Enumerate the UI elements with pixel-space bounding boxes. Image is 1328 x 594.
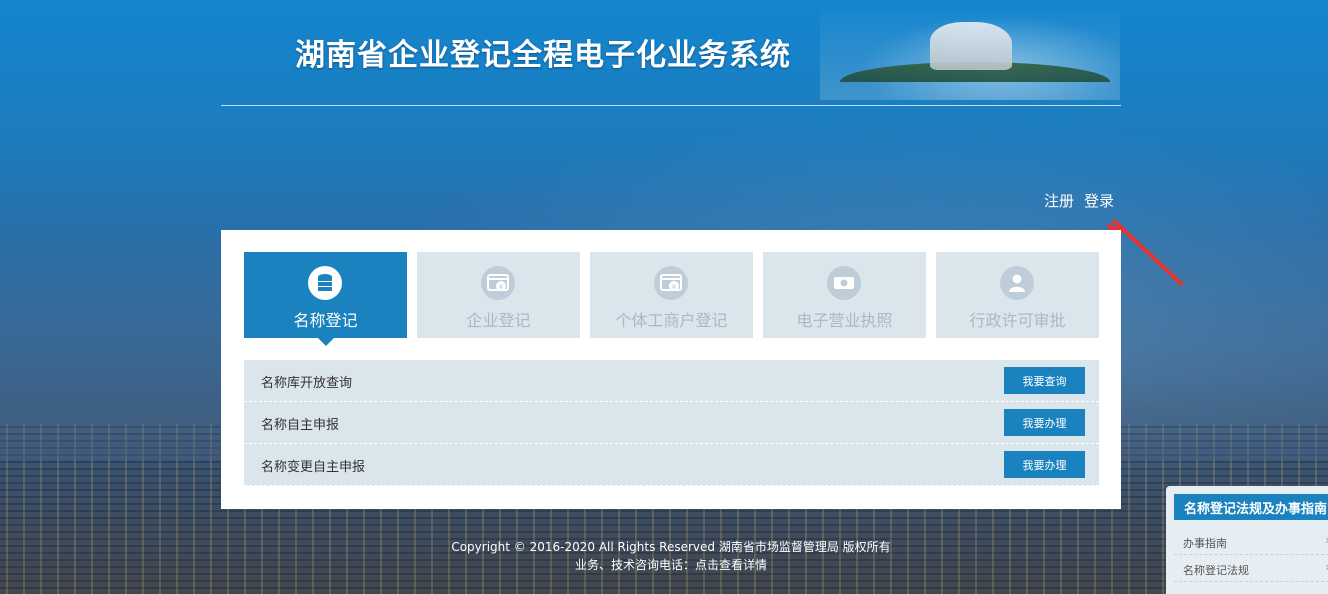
list-item-label: 名称库开放查询 — [261, 376, 353, 391]
browser-yen-icon: ¥ — [654, 266, 688, 300]
register-link[interactable]: 注册 — [1044, 192, 1074, 210]
tab-label: 个体工商户登记 — [615, 311, 728, 330]
tab-label: 企业登记 — [466, 311, 531, 330]
side-guide-title[interactable]: 名称登记法规及办事指南 — [1174, 494, 1328, 520]
service-panel: 名称登记 ¥ 企业登记 ¥ 个体工商户登记 电子营业执照 行政许可审批 名称库开… — [221, 230, 1121, 509]
user-icon — [1000, 266, 1034, 300]
footer-contact-link[interactable]: 业务、技术咨询电话：点击查看详情 — [400, 556, 942, 573]
monument-statue-image — [930, 22, 1012, 70]
handle-button[interactable]: 我要办理 — [1004, 409, 1085, 436]
side-item-label: 名称登记法规 — [1183, 564, 1249, 577]
browser-yen-icon: ¥ — [481, 266, 515, 300]
list-item: 名称库开放查询 我要查询 — [244, 360, 1099, 402]
service-list: 名称库开放查询 我要查询 名称自主申报 我要办理 名称变更自主申报 我要办理 — [244, 360, 1099, 486]
tab-name-registration[interactable]: 名称登记 — [244, 252, 407, 346]
svg-text:¥: ¥ — [499, 283, 504, 291]
page-title: 湖南省企业登记全程电子化业务系统 — [295, 38, 791, 73]
database-icon — [308, 266, 342, 300]
license-card-icon — [827, 266, 861, 300]
side-item-regulations[interactable]: 名称登记法规 › — [1174, 557, 1328, 582]
list-item-label: 名称变更自主申报 — [261, 460, 366, 475]
list-item: 名称自主申报 我要办理 — [244, 402, 1099, 444]
side-item-guide[interactable]: 办事指南 › — [1174, 530, 1328, 555]
service-tabs: 名称登记 ¥ 企业登记 ¥ 个体工商户登记 电子营业执照 行政许可审批 — [244, 252, 1099, 346]
active-tab-pointer — [318, 338, 334, 346]
header-divider — [221, 105, 1121, 106]
list-item-label: 名称自主申报 — [261, 418, 340, 433]
side-guide-panel: 名称登记法规及办事指南 办事指南 › 名称登记法规 › — [1166, 486, 1328, 594]
handle-button[interactable]: 我要办理 — [1004, 451, 1085, 478]
footer-copyright: Copyright © 2016-2020 All Rights Reserve… — [451, 540, 891, 554]
tab-administrative-approval[interactable]: 行政许可审批 — [936, 252, 1099, 338]
tab-label: 名称登记 — [293, 311, 358, 330]
login-link[interactable]: 登录 — [1084, 192, 1114, 210]
tab-label: 行政许可审批 — [969, 311, 1066, 330]
list-item: 名称变更自主申报 我要办理 — [244, 444, 1099, 486]
tab-enterprise-registration[interactable]: ¥ 企业登记 — [417, 252, 580, 338]
side-item-label: 办事指南 — [1183, 537, 1227, 550]
tab-electronic-license[interactable]: 电子营业执照 — [763, 252, 926, 338]
query-button[interactable]: 我要查询 — [1004, 367, 1085, 394]
tab-label: 电子营业执照 — [796, 311, 893, 330]
tab-individual-business[interactable]: ¥ 个体工商户登记 — [590, 252, 753, 338]
svg-text:¥: ¥ — [672, 283, 677, 291]
auth-links: 注册 登录 — [1044, 190, 1114, 211]
